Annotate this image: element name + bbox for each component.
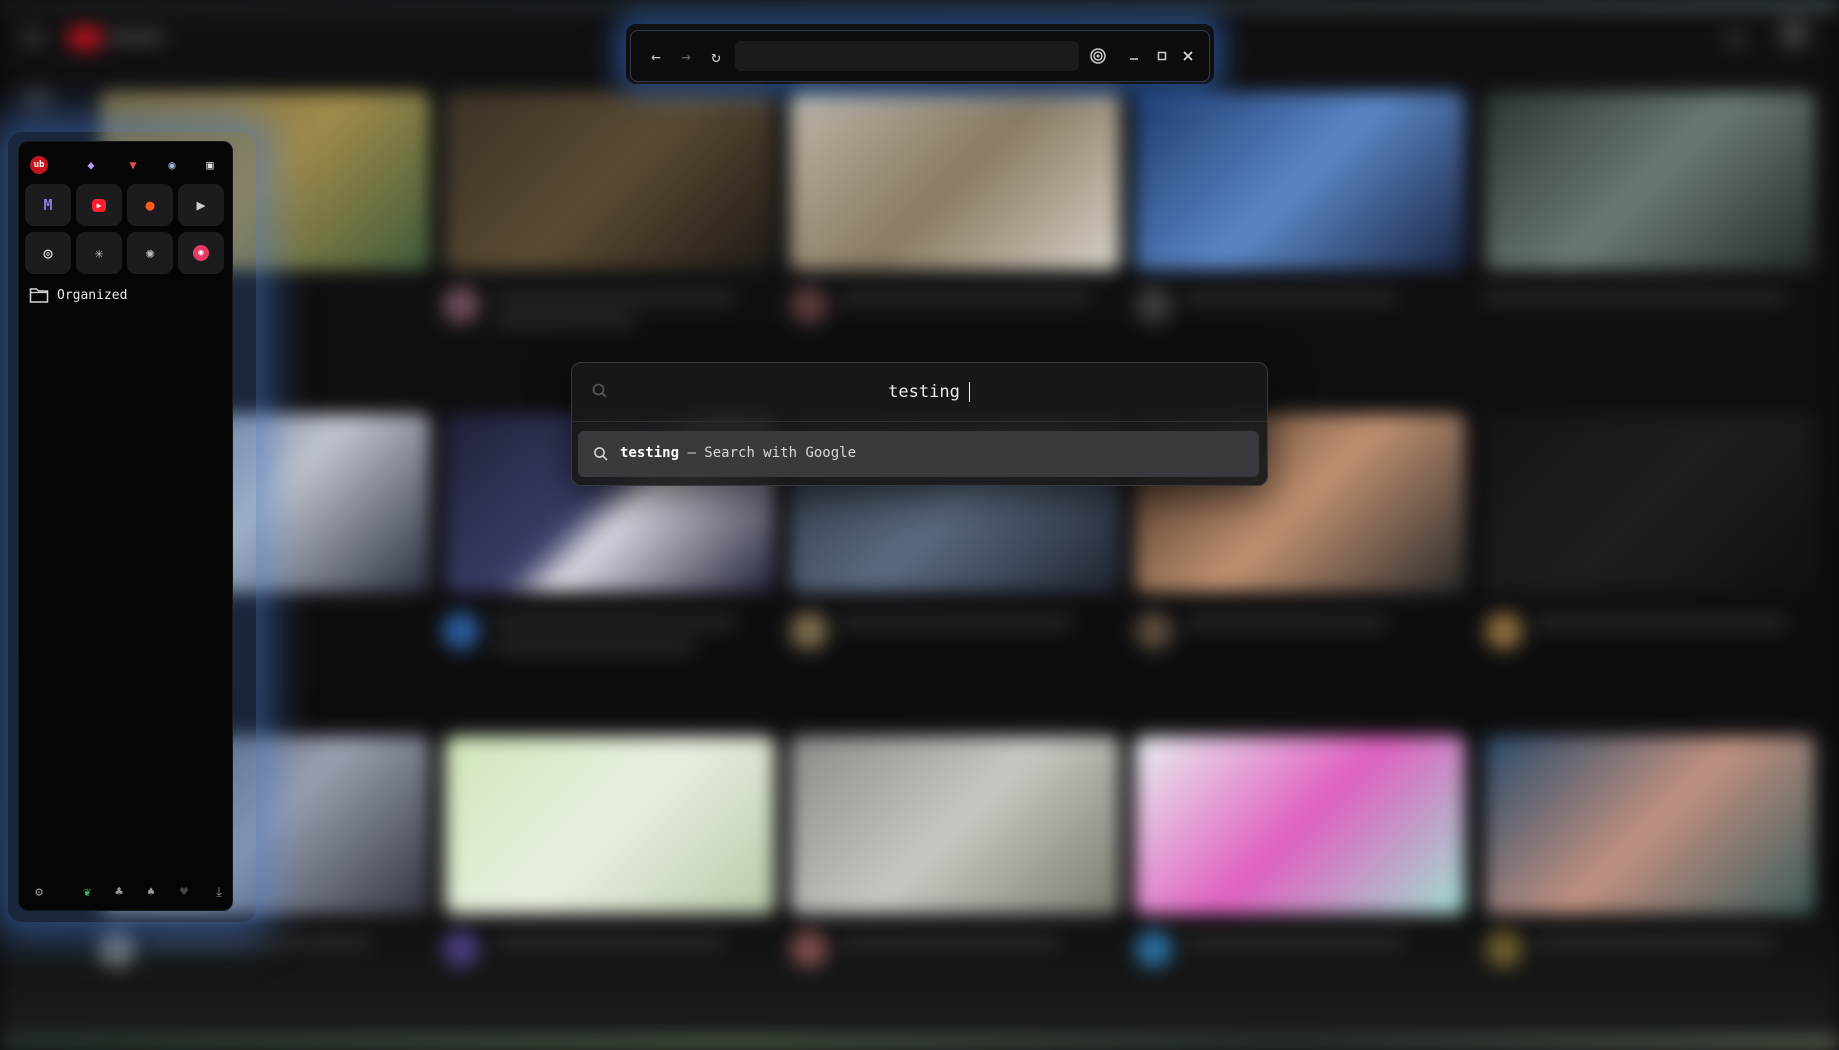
bg-site-logo-text [108, 30, 164, 44]
bitwarden-icon[interactable]: ◆ [80, 154, 102, 176]
bg-channel-avatar [1485, 930, 1523, 968]
bg-meta-line [1485, 292, 1785, 304]
pinned-tab[interactable]: ● [127, 184, 173, 226]
github-icon: ◎ [43, 244, 53, 262]
suggestion-query: testing [620, 445, 680, 461]
palette-search-input[interactable] [622, 375, 1226, 409]
bg-channel-avatar [1485, 612, 1523, 650]
claude-icon: ✳ [94, 244, 104, 262]
pinned-tab[interactable]: ▶ [178, 184, 224, 226]
bg-thumbnail [1135, 736, 1465, 914]
bg-meta-line [840, 292, 1090, 304]
bg-thumbnail [445, 736, 775, 914]
maximize-icon[interactable] [1151, 45, 1173, 67]
workspace-icon[interactable]: ♣ [109, 882, 129, 902]
bg-thumbnail [790, 736, 1120, 914]
bg-channel-avatar [98, 930, 136, 968]
bg-thumbnail [1135, 92, 1465, 270]
bg-thumbnail [1485, 414, 1815, 592]
bg-channel-avatar [1135, 612, 1173, 650]
youtube-icon: ▶ [91, 198, 107, 212]
bg-meta-line [1535, 936, 1775, 948]
back-icon[interactable]: ← [645, 45, 667, 67]
close-icon[interactable] [1177, 45, 1199, 67]
bg-chip [22, 86, 52, 112]
reader-mode-icon[interactable]: ▣ [199, 154, 221, 176]
bg-meta-line [495, 616, 735, 628]
leaf-icon[interactable]: ❦ [77, 882, 97, 902]
bg-meta-line [1185, 292, 1395, 304]
bg-meta-line [840, 616, 1070, 628]
forward-icon[interactable]: → [675, 45, 697, 67]
bg-meta-line [1185, 936, 1405, 948]
chatgpt-icon: ✺ [145, 244, 155, 262]
bg-channel-avatar [1135, 930, 1173, 968]
pinned-tab[interactable]: ✳ [76, 232, 122, 274]
settings-icon[interactable]: ⚙ [29, 882, 49, 902]
bg-meta-line [1185, 616, 1385, 628]
url-input[interactable] [735, 41, 1079, 71]
bg-notification-icon [1724, 28, 1746, 50]
background-page [0, 0, 1839, 1050]
pinned-tab[interactable]: ◉ [178, 232, 224, 274]
search-icon [592, 383, 607, 398]
bg-menu-icon [22, 30, 44, 46]
bg-thumbnail [1485, 92, 1815, 270]
bg-thumbnail [1485, 736, 1815, 914]
bg-meta-line [495, 640, 695, 652]
bg-meta-line [495, 314, 635, 326]
bg-thumbnail [790, 92, 1120, 270]
text-caret [969, 382, 970, 402]
extensions-row: ub ◆ ▼ ◉ ▣ [19, 150, 232, 180]
bg-top-gradient [0, 0, 1839, 10]
bg-meta-line [840, 936, 1060, 948]
suggestion-text: testing — Search with Google [620, 445, 856, 461]
bg-thumbnail [445, 92, 775, 270]
search-icon [594, 447, 608, 461]
bg-channel-avatar [1135, 286, 1173, 324]
search-suggestion-google[interactable]: testing — Search with Google [578, 431, 1259, 477]
workspace-icon-3[interactable]: ♥ [174, 882, 194, 902]
privacy-badger-icon[interactable]: ◉ [161, 154, 183, 176]
bg-channel-avatar [442, 286, 480, 324]
ublock-icon[interactable]: ub [30, 156, 48, 174]
proton-mail-icon: M [43, 196, 53, 214]
workspace-icon-2[interactable]: ♠ [141, 882, 161, 902]
bg-meta-line [495, 936, 725, 948]
music-icon: ◉ [193, 245, 209, 261]
pinned-tab[interactable]: ▶ [76, 184, 122, 226]
reload-icon[interactable]: ↻ [705, 45, 727, 67]
folder-label: Organized [57, 287, 128, 303]
download-icon[interactable]: ⤓ [209, 882, 229, 902]
minimize-icon[interactable] [1123, 45, 1145, 67]
sidebar-footer: ⚙ ❦ ♣ ♠ ♥ ⤓ [19, 878, 232, 906]
bg-avatar [1778, 18, 1810, 50]
bg-channel-avatar [442, 930, 480, 968]
bg-meta-line [495, 292, 735, 304]
bg-meta-line [1535, 616, 1785, 628]
pinned-tab[interactable]: M [25, 184, 71, 226]
bg-site-logo [68, 26, 102, 50]
video-player-icon: ▶ [196, 196, 206, 214]
bg-meta-line [150, 936, 370, 948]
bg-bottom-strip [0, 1036, 1839, 1050]
pinned-tab[interactable]: ◎ [25, 232, 71, 274]
sidebar: ub ◆ ▼ ◉ ▣ M ▶ ● ▶ ◎ ✳ ✺ ◉ Organized ⚙ ❦ ♣ ♠ ♥ ⤓ [18, 141, 233, 911]
reddit-icon: ● [145, 196, 155, 214]
palette-divider [572, 421, 1267, 422]
pinned-tab[interactable]: ✺ [127, 232, 173, 274]
floating-url-bar: ← → ↻ [630, 30, 1210, 82]
screen: ub ◆ ▼ ◉ ▣ M ▶ ● ▶ ◎ ✳ ✺ ◉ Organized ⚙ ❦ ♣ ♠ ♥ ⤓ ← → ↻ [0, 0, 1839, 1050]
suggestion-suffix: — Search with Google [679, 445, 857, 461]
command-palette: testing — Search with Google [571, 362, 1268, 486]
bg-channel-avatar [790, 612, 828, 650]
folder-organized[interactable]: Organized [29, 282, 219, 308]
folder-icon [29, 288, 49, 303]
extension-icon[interactable] [1087, 45, 1109, 67]
bg-channel-avatar [442, 612, 480, 650]
bg-channel-avatar [790, 930, 828, 968]
bg-channel-avatar [790, 286, 828, 324]
tab-manager-icon[interactable]: ▼ [122, 154, 144, 176]
